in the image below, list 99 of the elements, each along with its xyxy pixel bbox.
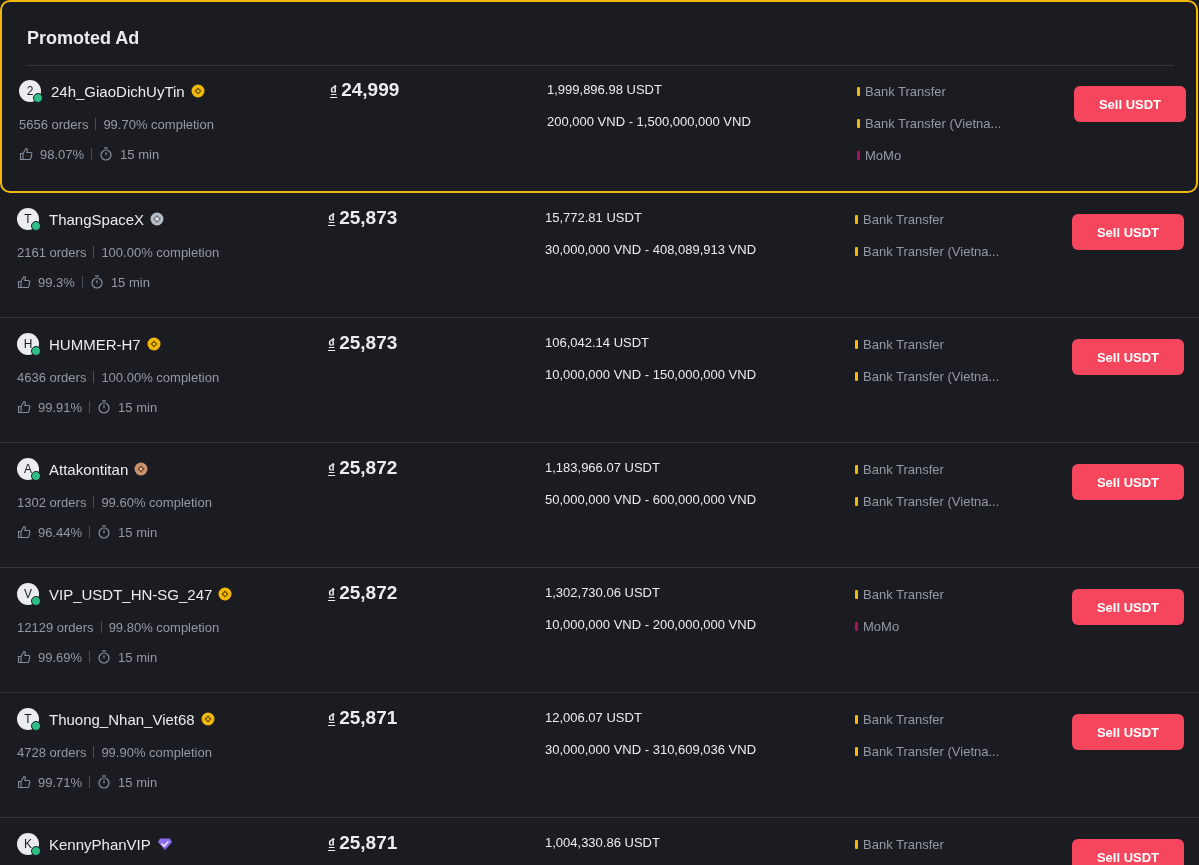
available-amount: 1,183,966.07 USDT (545, 460, 661, 477)
sell-button[interactable]: Sell USDT (1072, 839, 1184, 865)
payment-method: Bank Transfer (863, 836, 944, 852)
section-title: Promoted Ad (27, 2, 1174, 66)
thumbs-up-icon (17, 775, 31, 789)
available-amount: 1,999,896.98 USDT (547, 82, 663, 99)
price: 25,873 (339, 207, 398, 229)
payment-method: Bank Transfer (Vietna... (863, 493, 1000, 509)
payment-method: MoMo (865, 147, 902, 163)
timer-icon (97, 650, 112, 664)
currency-symbol: ₫ (328, 836, 336, 852)
timer-icon (89, 275, 104, 289)
payment-time: 15 min (110, 274, 150, 290)
order-count: 2161 orders (17, 244, 87, 260)
thumbs-up-icon (17, 400, 31, 414)
payment-method: Bank Transfer (863, 336, 944, 352)
payment-method: Bank Transfer (863, 211, 944, 227)
avatar-letter: K (24, 837, 32, 851)
completion-rate: 99.60% completion (101, 494, 212, 510)
payment-time: 15 min (118, 649, 158, 665)
available-amount: 1,004,330.86 USDT (545, 835, 661, 852)
advertiser-name[interactable]: 24h_GiaoDichUyTin (51, 82, 185, 100)
available-amount: 15,772.81 USDT (545, 210, 643, 227)
sell-button[interactable]: Sell USDT (1072, 589, 1184, 625)
sell-button[interactable]: Sell USDT (1072, 214, 1184, 250)
completion-rate: 99.80% completion (108, 619, 220, 635)
completion-rate: 100.00% completion (101, 369, 220, 385)
order-limit: 10,000,000 VND - 150,000,000 VND (545, 367, 758, 384)
payment-time: 15 min (120, 146, 160, 162)
payment-time: 15 min (118, 399, 158, 415)
avatar-letter: A (24, 462, 32, 476)
avatar-letter: T (24, 212, 32, 226)
price: 25,871 (339, 832, 398, 854)
completion-rate: 100.00% completion (101, 244, 220, 260)
available-amount: 12,006.07 USDT (545, 710, 643, 727)
payment-method: Bank Transfer (Vietna... (865, 115, 1002, 131)
payment-method: Bank Transfer (Vietna... (863, 243, 1000, 259)
price: 25,872 (339, 582, 398, 604)
avatar-letter: T (24, 712, 32, 726)
available-amount: 1,302,730.06 USDT (545, 585, 661, 602)
order-limit: 200,000 VND - 1,500,000,000 VND (547, 114, 752, 131)
price: 25,871 (339, 707, 398, 729)
avatar-letter: 2 (26, 84, 34, 98)
sell-button[interactable]: Sell USDT (1072, 339, 1184, 375)
price: 25,872 (339, 457, 398, 479)
rating-percent: 98.07% (40, 146, 85, 162)
order-count: 4728 orders (17, 744, 87, 760)
payment-method: Bank Transfer (Vietna... (863, 743, 1000, 759)
advertiser-name[interactable]: Thuong_Nhan_Viet68 (49, 710, 195, 728)
currency-symbol: ₫ (328, 711, 336, 727)
rating-percent: 99.3% (38, 274, 75, 290)
payment-time: 15 min (118, 774, 158, 790)
thumbs-up-icon (17, 650, 31, 664)
sell-button[interactable]: Sell USDT (1074, 86, 1186, 122)
payment-time: 15 min (118, 524, 158, 540)
currency-symbol: ₫ (328, 211, 336, 227)
rating-percent: 96.44% (38, 524, 83, 540)
currency-symbol: ₫ (328, 336, 336, 352)
order-count: 4636 orders (17, 369, 87, 385)
timer-icon (97, 400, 112, 414)
avatar-letter: H (23, 337, 33, 351)
price: 24,999 (341, 79, 400, 101)
payment-method: MoMo (863, 618, 900, 634)
rating-percent: 99.91% (38, 399, 83, 415)
sell-button[interactable]: Sell USDT (1072, 464, 1184, 500)
order-count: 12129 orders (17, 619, 94, 635)
thumbs-up-icon (19, 147, 33, 161)
advertiser-name[interactable]: Attakontitan (49, 460, 129, 478)
payment-method: Bank Transfer (865, 83, 946, 99)
timer-icon (99, 147, 114, 161)
currency-symbol: ₫ (328, 586, 336, 602)
order-limit: 10,000,000 VND - 200,000,000 VND (545, 617, 758, 634)
completion-rate: 99.70% completion (103, 116, 214, 132)
currency-symbol: ₫ (330, 83, 338, 99)
thumbs-up-icon (17, 525, 31, 539)
payment-method: Bank Transfer (Vietna... (863, 368, 1000, 384)
payment-method: Bank Transfer (863, 461, 944, 477)
payment-method: Bank Transfer (863, 711, 944, 727)
advertiser-name[interactable]: HUMMER-H7 (49, 335, 141, 353)
order-count: 5656 orders (19, 116, 89, 132)
avatar-letter: V (24, 587, 32, 601)
rating-percent: 99.71% (38, 774, 83, 790)
price: 25,873 (339, 332, 398, 354)
timer-icon (97, 775, 112, 789)
thumbs-up-icon (17, 275, 31, 289)
timer-icon (97, 525, 112, 539)
rating-percent: 99.69% (38, 649, 83, 665)
payment-method: Bank Transfer (863, 586, 944, 602)
sell-button[interactable]: Sell USDT (1072, 714, 1184, 750)
currency-symbol: ₫ (328, 461, 336, 477)
completion-rate: 99.90% completion (101, 744, 212, 760)
advertiser-name[interactable]: KennyPhanVIP (49, 835, 151, 853)
order-limit: 30,000,000 VND - 310,609,036 VND (545, 742, 758, 759)
advertiser-name[interactable]: VIP_USDT_HN-SG_247 (49, 585, 213, 603)
advertiser-name[interactable]: ThangSpaceX (49, 210, 145, 228)
order-limit: 50,000,000 VND - 600,000,000 VND (545, 492, 758, 509)
order-count: 1302 orders (17, 494, 87, 510)
available-amount: 106,042.14 USDT (545, 335, 651, 352)
order-limit: 30,000,000 VND - 408,089,913 VND (545, 242, 758, 259)
